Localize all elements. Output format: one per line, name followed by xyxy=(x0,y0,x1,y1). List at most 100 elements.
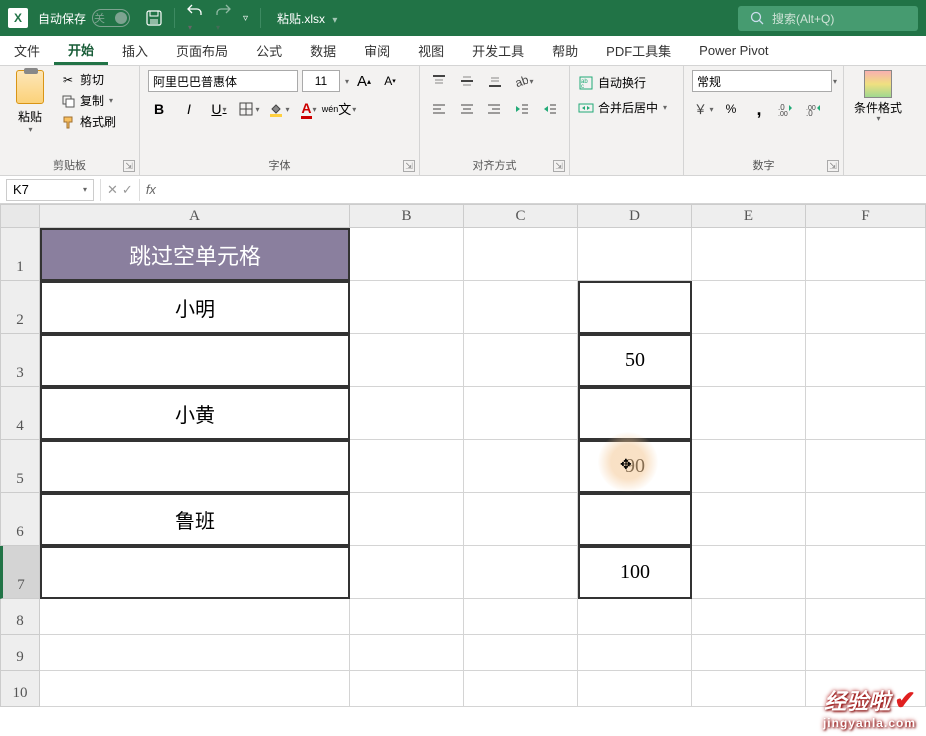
col-header-C[interactable]: C xyxy=(464,204,578,228)
spreadsheet-grid[interactable]: A B C D E F 1 跳过空单元格 2 小明 3 xyxy=(0,204,926,707)
copy-button[interactable]: 复制 ▾ xyxy=(58,91,118,110)
filename[interactable]: 粘贴.xlsx ▾ xyxy=(277,10,337,27)
row-header-1[interactable]: 1 xyxy=(0,228,40,281)
decrease-indent-icon[interactable] xyxy=(511,98,533,120)
cell-A7[interactable] xyxy=(40,546,350,599)
fx-icon[interactable]: fx xyxy=(140,182,162,197)
name-box[interactable]: K7 ▾ xyxy=(6,179,94,201)
cell-E1[interactable] xyxy=(692,228,806,281)
cell-C4[interactable] xyxy=(464,387,578,440)
search-box[interactable]: 搜索(Alt+Q) xyxy=(738,6,918,31)
cell-E9[interactable] xyxy=(692,635,806,671)
cell-E3[interactable] xyxy=(692,334,806,387)
align-middle-icon[interactable] xyxy=(456,70,478,92)
cell-B1[interactable] xyxy=(350,228,464,281)
row-header-8[interactable]: 8 xyxy=(0,599,40,635)
cell-B9[interactable] xyxy=(350,635,464,671)
col-header-D[interactable]: D xyxy=(578,204,692,228)
cell-F3[interactable] xyxy=(806,334,926,387)
cancel-formula-icon[interactable]: ✕ xyxy=(107,182,118,198)
cell-A5[interactable] xyxy=(40,440,350,493)
font-size-select[interactable] xyxy=(302,70,340,92)
cell-C8[interactable] xyxy=(464,599,578,635)
cell-B7[interactable] xyxy=(350,546,464,599)
cell-F1[interactable] xyxy=(806,228,926,281)
comma-format-icon[interactable]: , xyxy=(748,98,770,120)
select-all-corner[interactable] xyxy=(0,204,40,228)
cell-A6[interactable]: 鲁班 xyxy=(40,493,350,546)
cell-E10[interactable] xyxy=(692,671,806,707)
save-icon[interactable] xyxy=(146,10,162,26)
cell-B5[interactable] xyxy=(350,440,464,493)
cell-F7[interactable] xyxy=(806,546,926,599)
col-header-F[interactable]: F xyxy=(806,204,926,228)
tab-view[interactable]: 视图 xyxy=(404,36,458,65)
cut-button[interactable]: ✂ 剪切 xyxy=(58,70,118,89)
cell-C5[interactable] xyxy=(464,440,578,493)
row-header-3[interactable]: 3 xyxy=(0,334,40,387)
merge-center-button[interactable]: 合并后居中 ▾ xyxy=(578,99,675,116)
filename-dropdown-icon[interactable]: ▾ xyxy=(332,15,337,26)
row-header-6[interactable]: 6 xyxy=(0,493,40,546)
cell-C1[interactable] xyxy=(464,228,578,281)
align-bottom-icon[interactable] xyxy=(484,70,506,92)
cell-F5[interactable] xyxy=(806,440,926,493)
cell-A3[interactable] xyxy=(40,334,350,387)
font-color-button[interactable]: A ▾ xyxy=(298,98,320,120)
wrap-text-button[interactable]: abc 自动换行 xyxy=(578,74,675,91)
cell-E8[interactable] xyxy=(692,599,806,635)
increase-font-icon[interactable]: A▴ xyxy=(353,70,375,92)
cell-A2[interactable]: 小明 xyxy=(40,281,350,334)
cell-E5[interactable] xyxy=(692,440,806,493)
decrease-font-icon[interactable]: A▾ xyxy=(379,70,401,92)
orientation-icon[interactable]: ab▾ xyxy=(512,70,534,92)
toggle-track[interactable]: 关 xyxy=(92,9,130,27)
conditional-format-button[interactable]: 条件格式 ▾ xyxy=(852,70,904,123)
tab-pdf[interactable]: PDF工具集 xyxy=(592,36,685,65)
confirm-formula-icon[interactable]: ✓ xyxy=(122,182,133,198)
align-right-icon[interactable] xyxy=(484,98,506,120)
col-header-B[interactable]: B xyxy=(350,204,464,228)
cell-C10[interactable] xyxy=(464,671,578,707)
cell-C6[interactable] xyxy=(464,493,578,546)
cell-B4[interactable] xyxy=(350,387,464,440)
cell-D8[interactable] xyxy=(578,599,692,635)
format-painter-button[interactable]: 格式刷 xyxy=(58,112,118,131)
fill-color-button[interactable]: ▾ xyxy=(268,98,290,120)
paste-button[interactable]: 粘贴 ▾ xyxy=(8,70,52,134)
redo-icon[interactable]: ▾ xyxy=(215,3,231,33)
percent-format-icon[interactable]: % xyxy=(720,98,742,120)
cell-A4[interactable]: 小黄 xyxy=(40,387,350,440)
cell-F4[interactable] xyxy=(806,387,926,440)
cell-F9[interactable] xyxy=(806,635,926,671)
formula-input[interactable] xyxy=(162,179,926,201)
italic-button[interactable]: I xyxy=(178,98,200,120)
tab-dev[interactable]: 开发工具 xyxy=(458,36,538,65)
cell-E7[interactable] xyxy=(692,546,806,599)
increase-indent-icon[interactable] xyxy=(539,98,561,120)
border-button[interactable]: ▾ xyxy=(238,98,260,120)
tab-powerpivot[interactable]: Power Pivot xyxy=(685,36,782,65)
clipboard-launcher[interactable]: ⇲ xyxy=(123,160,135,172)
cell-D10[interactable] xyxy=(578,671,692,707)
row-header-4[interactable]: 4 xyxy=(0,387,40,440)
tab-home[interactable]: 开始 xyxy=(54,36,108,65)
cell-A9[interactable] xyxy=(40,635,350,671)
undo-icon[interactable]: ▾ xyxy=(187,3,203,33)
cell-B8[interactable] xyxy=(350,599,464,635)
tab-formulas[interactable]: 公式 xyxy=(242,36,296,65)
phonetic-button[interactable]: wén文 ▾ xyxy=(328,98,350,120)
tab-review[interactable]: 审阅 xyxy=(350,36,404,65)
cell-C3[interactable] xyxy=(464,334,578,387)
cell-B6[interactable] xyxy=(350,493,464,546)
col-header-E[interactable]: E xyxy=(692,204,806,228)
cell-C7[interactable] xyxy=(464,546,578,599)
alignment-launcher[interactable]: ⇲ xyxy=(553,160,565,172)
cell-B2[interactable] xyxy=(350,281,464,334)
cell-D2[interactable] xyxy=(578,281,692,334)
align-top-icon[interactable] xyxy=(428,70,450,92)
row-header-5[interactable]: 5 xyxy=(0,440,40,493)
font-launcher[interactable]: ⇲ xyxy=(403,160,415,172)
cell-D4[interactable] xyxy=(578,387,692,440)
row-header-10[interactable]: 10 xyxy=(0,671,40,707)
